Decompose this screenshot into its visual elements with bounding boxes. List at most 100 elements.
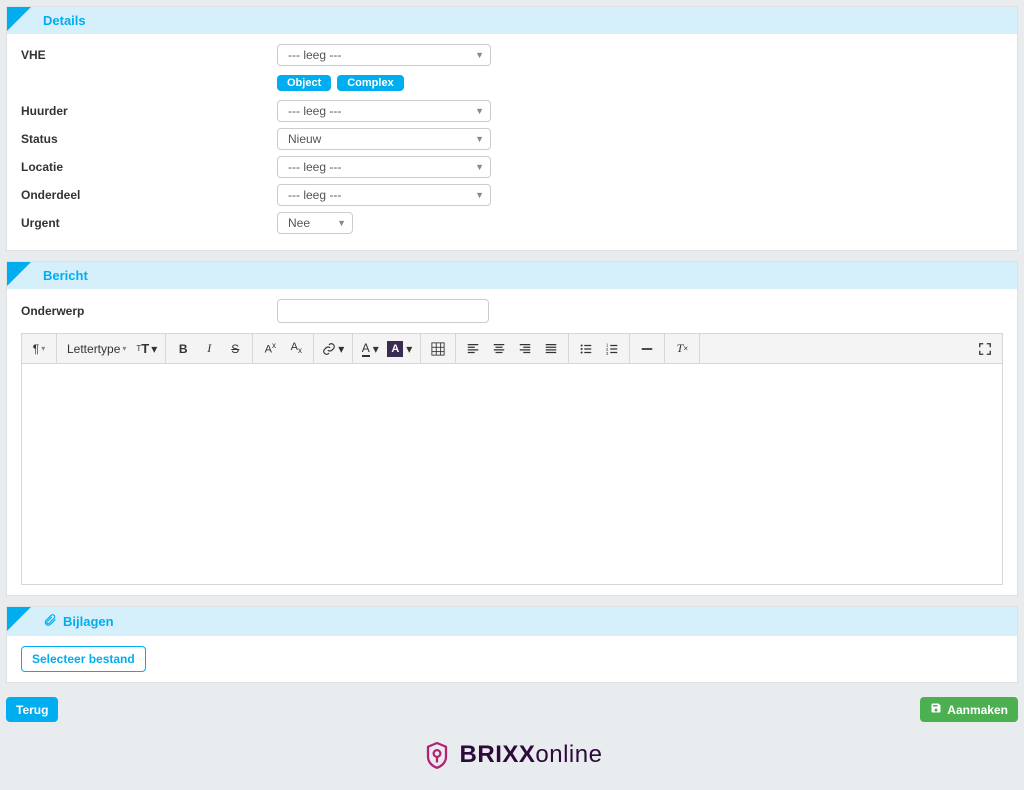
align-justify-button[interactable] [538,336,564,362]
label-vhe: VHE [21,48,277,62]
chevron-down-icon: ▾ [373,342,379,356]
align-center-button[interactable] [486,336,512,362]
row-locatie: Locatie --- leeg --- ▼ [21,156,1003,178]
fullscreen-button[interactable] [972,336,998,362]
editor-textarea[interactable] [22,364,1002,584]
highlight-icon: A [387,341,403,357]
header-corner [7,607,31,631]
label-locatie: Locatie [21,160,277,174]
row-onderdeel: Onderdeel --- leeg --- ▼ [21,184,1003,206]
label-onderdeel: Onderdeel [21,188,277,202]
rich-editor: ¶▾ Lettertype▾ TT▾ B I S [21,333,1003,585]
bericht-header: Bericht [7,262,1017,289]
hr-icon [640,342,654,356]
chevron-down-icon: ▼ [475,50,484,60]
chevron-down-icon: ▼ [337,218,346,228]
create-button[interactable]: Aanmaken [920,697,1018,722]
tag-object[interactable]: Object [277,75,331,91]
bijlagen-header: Bijlagen [7,607,1017,636]
align-justify-icon [544,342,558,356]
editor-toolbar: ¶▾ Lettertype▾ TT▾ B I S [22,334,1002,364]
align-right-icon [518,342,532,356]
link-button[interactable]: ▾ [318,336,348,362]
subscript-button[interactable]: Ax [283,336,309,362]
label-urgent: Urgent [21,216,277,230]
bericht-body: Onderwerp ¶▾ Lettertype▾ TT▾ [7,289,1017,595]
row-status: Status Nieuw ▼ [21,128,1003,150]
row-vhe: VHE --- leeg --- ▼ [21,44,1003,66]
font-family-button[interactable]: Lettertype▾ [61,336,132,362]
chevron-down-icon: ▾ [41,344,45,353]
svg-text:3: 3 [606,351,609,356]
clear-format-button[interactable]: T× [669,336,695,362]
create-label: Aanmaken [947,703,1008,717]
details-title: Details [43,13,86,28]
link-icon [322,342,336,356]
align-center-icon [492,342,506,356]
label-status: Status [21,132,277,146]
text-color-button[interactable]: A▾ [357,336,383,362]
label-huurder: Huurder [21,104,277,118]
align-left-button[interactable] [460,336,486,362]
bold-button[interactable]: B [170,336,196,362]
logo-icon [422,740,452,770]
save-icon [930,702,942,717]
label-onderwerp: Onderwerp [21,304,277,318]
status-select[interactable]: Nieuw ▼ [277,128,491,150]
details-panel: Details VHE --- leeg --- ▼ Object Comple… [6,6,1018,251]
back-button[interactable]: Terug [6,697,58,722]
details-header: Details [7,7,1017,34]
italic-button[interactable]: I [196,336,222,362]
chevron-down-icon: ▼ [475,190,484,200]
paragraph-format-button[interactable]: ¶▾ [26,336,52,362]
header-corner [7,262,31,286]
tag-complex[interactable]: Complex [337,75,403,91]
fullscreen-icon [978,342,992,356]
row-urgent: Urgent Nee ▼ [21,212,1003,234]
locatie-value: --- leeg --- [288,160,341,174]
strikethrough-button[interactable]: S [222,336,248,362]
bijlagen-title: Bijlagen [63,614,114,629]
chevron-down-icon: ▾ [122,344,126,353]
status-value: Nieuw [288,132,321,146]
huurder-select[interactable]: --- leeg --- ▼ [277,100,491,122]
vhe-select[interactable]: --- leeg --- ▼ [277,44,491,66]
brand-logo: BRIXXonline [6,732,1018,784]
onderdeel-value: --- leeg --- [288,188,341,202]
align-right-button[interactable] [512,336,538,362]
superscript-button[interactable]: Ax [257,336,283,362]
chevron-down-icon: ▼ [475,106,484,116]
select-file-button[interactable]: Selecteer bestand [21,646,146,672]
locatie-select[interactable]: --- leeg --- ▼ [277,156,491,178]
pilcrow-icon: ¶ [33,342,39,356]
ul-icon [579,342,593,356]
large-t-icon: T [141,341,149,356]
urgent-select[interactable]: Nee ▼ [277,212,353,234]
row-onderwerp: Onderwerp [21,299,1003,323]
chevron-down-icon: ▼ [475,162,484,172]
chevron-down-icon: ▾ [406,342,412,356]
bericht-title: Bericht [43,268,88,283]
unordered-list-button[interactable] [573,336,599,362]
row-tags: Object Complex [21,72,1003,94]
brand-light: online [535,741,602,768]
bijlagen-body: Selecteer bestand [7,636,1017,682]
onderdeel-select[interactable]: --- leeg --- ▼ [277,184,491,206]
table-button[interactable] [425,336,451,362]
urgent-value: Nee [288,216,310,230]
chevron-down-icon: ▾ [338,342,344,356]
header-corner [7,7,31,31]
chevron-down-icon: ▼ [475,134,484,144]
highlight-color-button[interactable]: A▾ [383,336,416,362]
vhe-value: --- leeg --- [288,48,341,62]
footer: Terug Aanmaken [6,693,1018,732]
paperclip-icon [43,613,57,630]
details-body: VHE --- leeg --- ▼ Object Complex Huurde… [7,34,1017,250]
bijlagen-panel: Bijlagen Selecteer bestand [6,606,1018,683]
ordered-list-button[interactable]: 123 [599,336,625,362]
ol-icon: 123 [605,342,619,356]
row-huurder: Huurder --- leeg --- ▼ [21,100,1003,122]
font-size-button[interactable]: TT▾ [132,336,161,362]
horizontal-rule-button[interactable] [634,336,660,362]
onderwerp-input[interactable] [277,299,489,323]
